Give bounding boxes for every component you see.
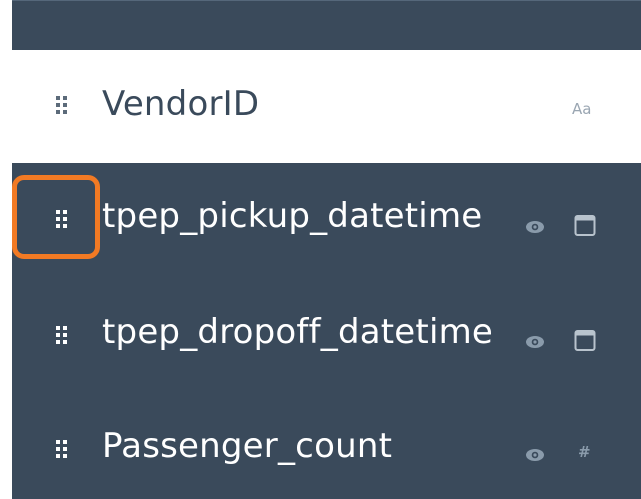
panel-header-bar xyxy=(12,0,641,51)
drag-handle-icon[interactable] xyxy=(54,94,70,114)
drag-handle-icon[interactable] xyxy=(54,438,70,458)
column-list-panel: VendorID Aa tpep_pickup_datetime tpep_dr… xyxy=(12,0,641,499)
calendar-icon xyxy=(574,328,596,356)
eye-icon[interactable] xyxy=(525,334,545,353)
drag-handle-icon[interactable] xyxy=(54,208,70,228)
calendar-icon xyxy=(574,213,596,241)
column-name: tpep_pickup_datetime xyxy=(102,196,483,236)
text-type-icon: Aa xyxy=(572,100,592,118)
column-name: tpep_dropoff_datetime xyxy=(102,312,494,352)
drag-handle-icon[interactable] xyxy=(54,324,70,344)
column-row-tpep-dropoff-datetime[interactable]: tpep_dropoff_datetime xyxy=(12,276,641,392)
column-name: Passenger_count xyxy=(102,426,393,466)
column-name: VendorID xyxy=(102,84,260,124)
eye-icon[interactable] xyxy=(525,219,545,238)
column-row-vendorid[interactable]: VendorID Aa xyxy=(12,50,641,163)
number-type-icon: # xyxy=(578,443,591,461)
column-row-tpep-pickup-datetime[interactable]: tpep_pickup_datetime xyxy=(12,163,641,276)
eye-icon[interactable] xyxy=(525,447,545,466)
column-row-passenger-count[interactable]: Passenger_count # xyxy=(12,392,641,499)
